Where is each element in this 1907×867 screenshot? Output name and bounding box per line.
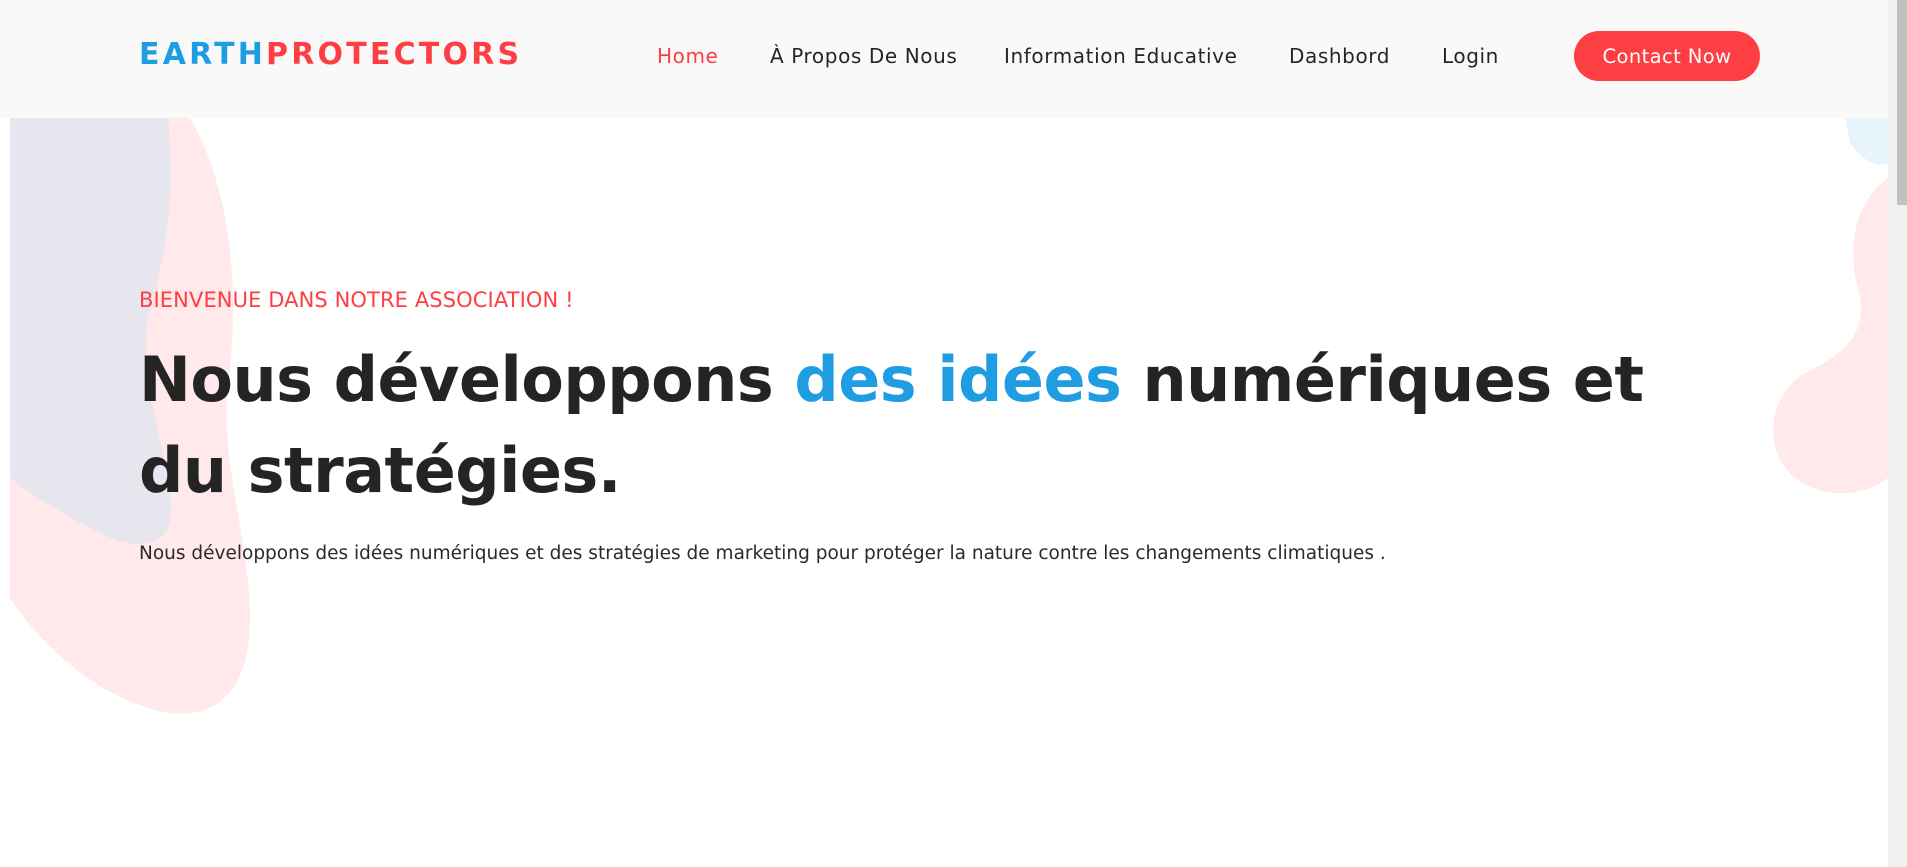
headline-part-1: Nous développons	[139, 343, 795, 416]
site-header: EARTHPROTECTORS Home À Propos De Nous In…	[0, 0, 1888, 118]
nav-dashbord[interactable]: Dashbord	[1289, 43, 1390, 69]
nav-a-propos[interactable]: À Propos De Nous	[770, 43, 957, 69]
nav-home[interactable]: Home	[657, 43, 718, 69]
page-scrollbar-thumb[interactable]	[1897, 0, 1907, 205]
hero-headline: Nous développons des idées numériques et…	[139, 334, 1699, 516]
headline-highlight: des idées	[794, 343, 1122, 416]
nav-login[interactable]: Login	[1442, 43, 1499, 69]
hero-kicker: BIENVENUE DANS NOTRE ASSOCIATION !	[139, 288, 574, 312]
blue-blob-right	[1845, 118, 1888, 165]
page: EARTHPROTECTORS Home À Propos De Nous In…	[0, 0, 1907, 867]
hero-lead-text: Nous développons des idées numériques et…	[139, 543, 1386, 564]
pink-blob-right	[1773, 178, 1888, 494]
contact-now-button[interactable]: Contact Now	[1574, 31, 1760, 81]
nav-information-educative[interactable]: Information Educative	[1004, 43, 1238, 69]
